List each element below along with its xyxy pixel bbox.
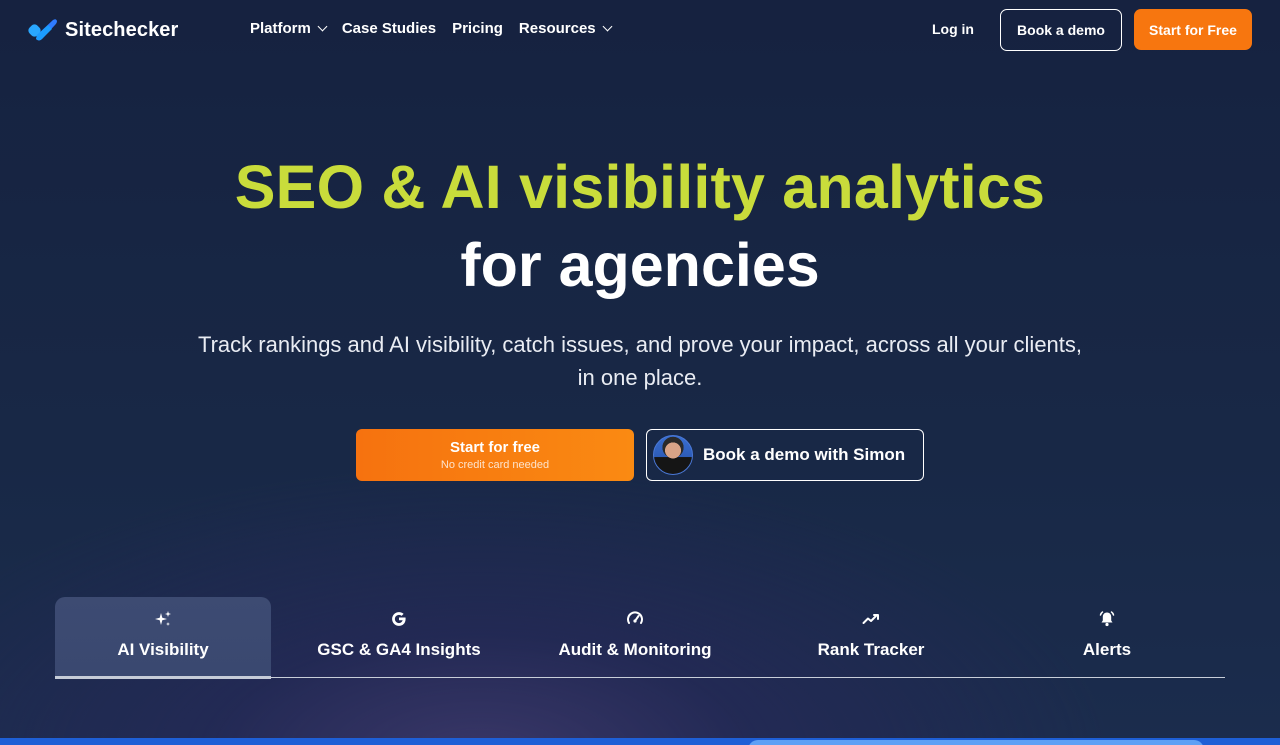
menu-item-label: Pricing bbox=[452, 20, 503, 37]
tab-label: Alerts bbox=[1082, 640, 1132, 659]
cta-primary-sublabel: No credit card needed bbox=[440, 458, 550, 471]
feature-tabs: AI Visibility GSC & GA4 Insights Audit &… bbox=[55, 597, 1225, 679]
bell-icon bbox=[1098, 610, 1116, 628]
book-demo-button[interactable]: Book a demo bbox=[1000, 9, 1122, 51]
cta-primary-label: Start for free bbox=[449, 438, 541, 456]
menu-item-label: Case Studies bbox=[341, 20, 437, 37]
menu-item-case-studies[interactable]: Case Studies bbox=[342, 20, 436, 37]
menu-item-resources[interactable]: Resources bbox=[518, 20, 613, 37]
start-free-button[interactable]: Start for Free bbox=[1134, 9, 1252, 50]
sitechecker-logo-icon bbox=[28, 19, 57, 41]
tab-label: Audit & Monitoring bbox=[558, 640, 712, 659]
hero-title-line1: SEO & AI visibility analytics bbox=[234, 153, 1046, 221]
tab-alerts[interactable]: Alerts bbox=[999, 597, 1215, 677]
menu-item-platform[interactable]: Platform bbox=[250, 20, 328, 37]
top-nav: Sitechecker Platform Case Studies Pricin… bbox=[0, 0, 1280, 62]
menu-item-label: Resources bbox=[518, 20, 596, 37]
start-for-free-button[interactable]: Start for free No credit card needed bbox=[356, 429, 634, 481]
tab-gsc-ga4-insights[interactable]: GSC & GA4 Insights bbox=[271, 597, 527, 677]
book-demo-with-simon-button[interactable]: Book a demo with Simon bbox=[646, 429, 924, 481]
menu-item-pricing[interactable]: Pricing bbox=[452, 20, 503, 37]
tab-ai-visibility[interactable]: AI Visibility bbox=[55, 597, 271, 679]
menu-item-label: Platform bbox=[250, 20, 311, 37]
tab-audit-monitoring[interactable]: Audit & Monitoring bbox=[527, 597, 743, 677]
chevron-down-icon bbox=[317, 21, 328, 32]
chevron-down-icon bbox=[602, 21, 613, 32]
avatar bbox=[653, 435, 693, 475]
tab-rank-tracker[interactable]: Rank Tracker bbox=[743, 597, 999, 677]
google-icon bbox=[390, 610, 408, 628]
tab-label: AI Visibility bbox=[117, 640, 209, 659]
tab-label: GSC & GA4 Insights bbox=[317, 640, 481, 659]
login-link[interactable]: Log in bbox=[932, 21, 974, 37]
brand-name: Sitechecker bbox=[65, 18, 179, 41]
gauge-icon bbox=[626, 610, 644, 628]
cta-secondary-label: Book a demo with Simon bbox=[703, 445, 906, 464]
hero-title-line2: for agencies bbox=[460, 231, 820, 299]
sparkles-icon bbox=[154, 610, 172, 628]
trend-line-icon bbox=[862, 610, 880, 628]
content-preview-panel bbox=[748, 740, 1204, 745]
main-menu: Platform Case Studies Pricing Resources bbox=[250, 20, 613, 37]
hero-subtitle: Track rankings and AI visibility, catch … bbox=[197, 332, 1083, 390]
logo[interactable]: Sitechecker bbox=[28, 17, 178, 43]
tab-label: Rank Tracker bbox=[817, 640, 925, 659]
